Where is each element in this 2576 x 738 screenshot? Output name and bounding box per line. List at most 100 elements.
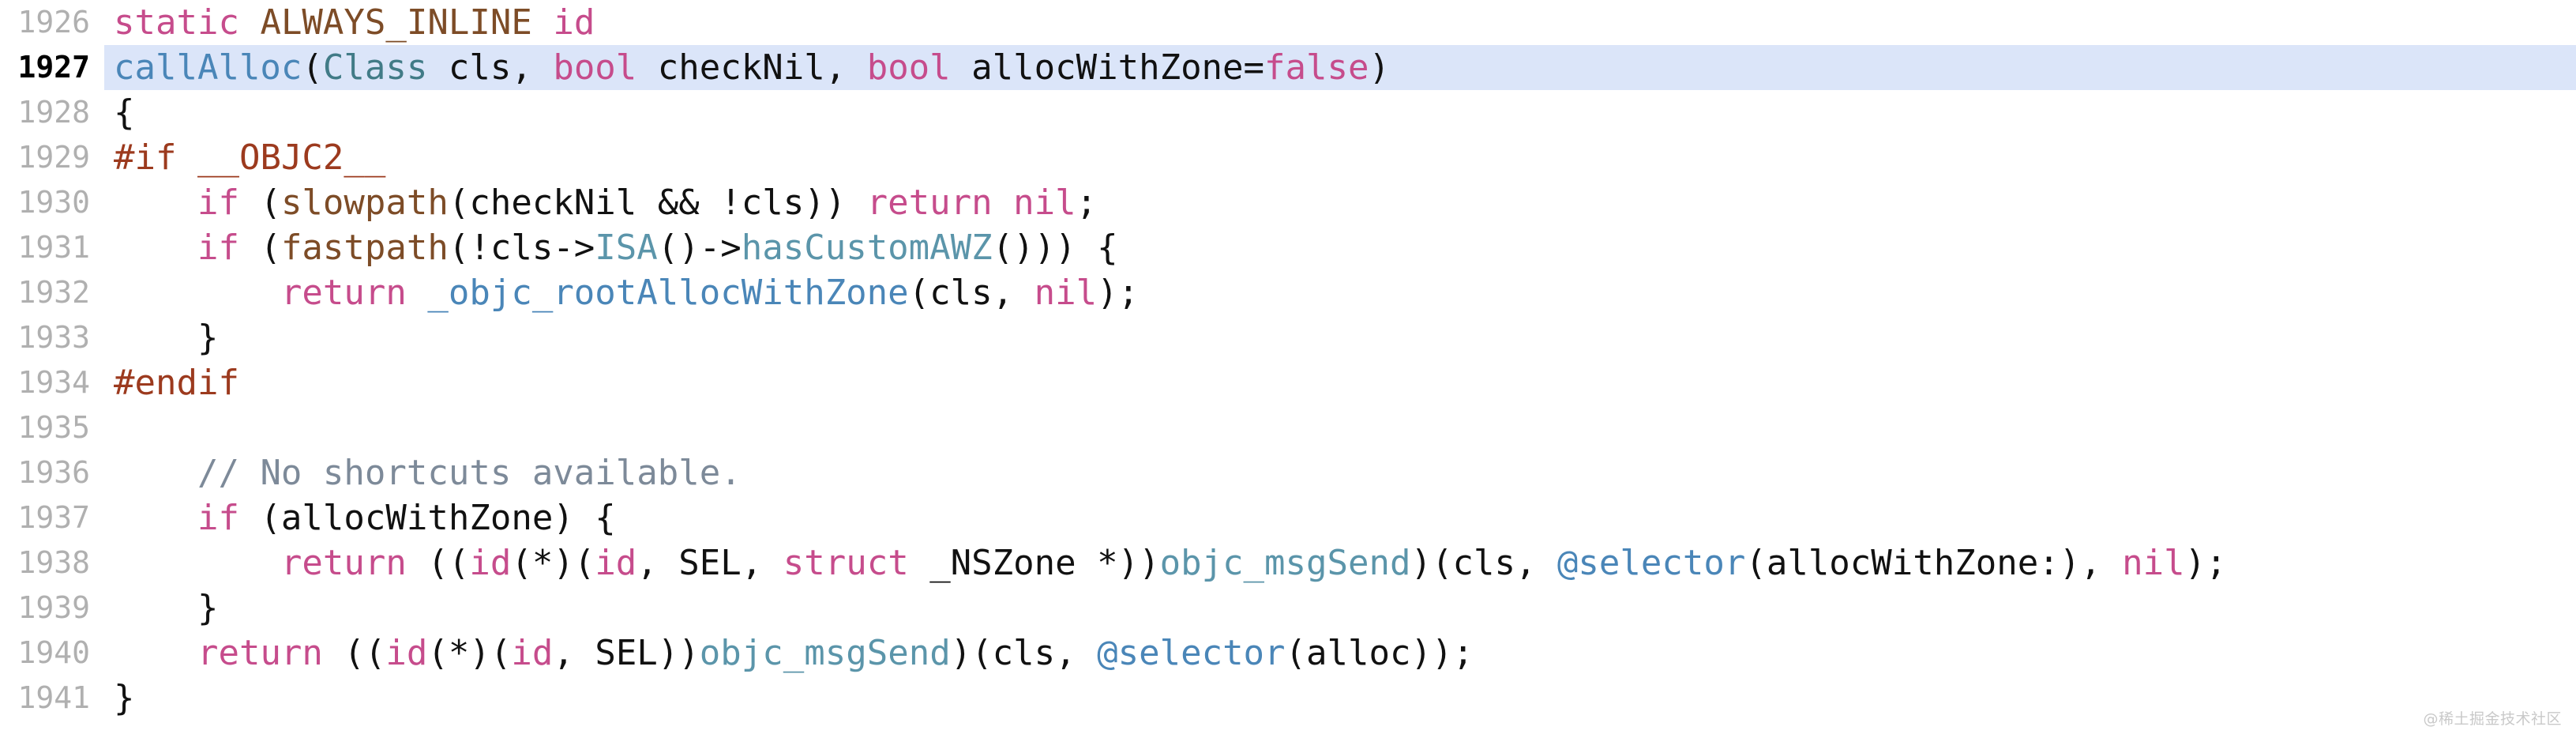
token-plain: }: [114, 678, 135, 718]
token-keyword: nil: [2122, 543, 2185, 583]
code-line[interactable]: 1929 #if __OBJC2__: [0, 135, 2576, 180]
token-keyword: bool: [866, 47, 951, 88]
line-number: 1933: [17, 320, 90, 355]
token-plain: (: [302, 47, 323, 88]
code-line-content: return ((id(*)(id, SEL, struct _NSZone *…: [104, 540, 2576, 586]
code-line-content: #if __OBJC2__: [104, 135, 2576, 180]
code-line[interactable]: 1927 callAlloc(Class cls, bool checkNil, …: [0, 45, 2576, 90]
code-line[interactable]: 1931 if (fastpath(!cls->ISA()->hasCustom…: [0, 225, 2576, 270]
token-plain: SEL: [595, 633, 658, 673]
code-line[interactable]: 1926 static ALWAYS_INLINE id: [0, 0, 2576, 45]
token-plain: (*)(: [511, 543, 595, 583]
token-plain: SEL: [678, 543, 742, 583]
token-preproc: #endif: [114, 363, 239, 403]
code-line-content: }: [104, 676, 2576, 721]
token-function: @selector: [1097, 633, 1286, 673]
token-keyword: if: [197, 183, 239, 223]
code-line-list: 1926 static ALWAYS_INLINE id 1927 callAlloc…: [0, 0, 2576, 721]
token-member: ISA: [595, 228, 658, 268]
token-keyword: if: [197, 498, 239, 538]
line-number: 1932: [17, 275, 90, 310]
code-line[interactable]: 1932 return _objc_rootAllocWithZone(cls,…: [0, 270, 2576, 315]
token-keyword: nil: [1034, 273, 1098, 313]
token-function: callAlloc: [114, 47, 302, 88]
code-line-content: #endif: [104, 360, 2576, 405]
token-keyword: static: [114, 2, 239, 43]
token-plain: (*)(: [427, 633, 512, 673]
token-plain: (cls,: [908, 273, 1035, 313]
token-plain: (!cls->: [448, 228, 595, 268]
token-keyword: id: [553, 2, 595, 43]
token-plain: ;: [1076, 183, 1098, 223]
code-line[interactable]: 1930 if (slowpath(checkNil && !cls)) ret…: [0, 180, 2576, 225]
token-plain: ((: [322, 633, 386, 673]
token-plain: );: [1097, 273, 1140, 313]
token-plain: ,: [741, 543, 783, 583]
token-keyword: return: [280, 273, 407, 313]
token-type: Class: [322, 47, 428, 88]
code-line[interactable]: 1940 return ((id(*)(id, SEL))objc_msgSen…: [0, 631, 2576, 676]
token-keyword: return: [280, 543, 407, 583]
token-plain: (checkNil && !cls)): [448, 183, 867, 223]
token-plain: _NSZone *)): [908, 543, 1160, 583]
code-line-content: return _objc_rootAllocWithZone(cls, nil)…: [104, 270, 2576, 315]
line-number: 1926: [17, 5, 90, 40]
code-line-content: // No shortcuts available.: [104, 450, 2576, 495]
token-plain: (: [238, 183, 281, 223]
code-viewer[interactable]: 1926 static ALWAYS_INLINE id 1927 callAlloc…: [0, 0, 2576, 738]
code-line[interactable]: 1936 // No shortcuts available.: [0, 450, 2576, 495]
line-number: 1935: [17, 410, 90, 445]
line-number: 1934: [17, 365, 90, 400]
line-number: 1928: [17, 95, 90, 130]
code-line[interactable]: 1933 }: [0, 315, 2576, 360]
token-preproc: __OBJC2__: [197, 137, 386, 178]
code-line-content: }: [104, 586, 2576, 631]
token-plain: ())) {: [992, 228, 1118, 268]
line-number: 1929: [17, 140, 90, 175]
token-plain: }: [114, 318, 219, 358]
token-plain: (: [238, 228, 281, 268]
code-line[interactable]: 1937 if (allocWithZone) {: [0, 495, 2576, 540]
token-plain: ()->: [657, 228, 742, 268]
code-line[interactable]: 1928 {: [0, 90, 2576, 135]
line-number: 1940: [17, 635, 90, 670]
code-line[interactable]: 1935: [0, 405, 2576, 450]
code-line[interactable]: 1941}: [0, 676, 2576, 721]
token-plain: cls,: [427, 47, 554, 88]
code-line-content: if (fastpath(!cls->ISA()->hasCustomAWZ()…: [104, 225, 2576, 270]
code-line[interactable]: 1939 }: [0, 586, 2576, 631]
token-plain: )(cls,: [950, 633, 1098, 673]
token-macro: ALWAYS_INLINE: [260, 2, 532, 43]
token-plain: {: [114, 92, 135, 133]
token-macro: slowpath: [280, 183, 449, 223]
code-line[interactable]: 1934 #endif: [0, 360, 2576, 405]
token-plain: )(cls,: [1410, 543, 1557, 583]
token-keyword: id: [595, 543, 637, 583]
token-keyword: struct: [783, 543, 909, 583]
token-keyword: bool: [553, 47, 637, 88]
token-member: objc_msgSend: [1159, 543, 1411, 583]
code-line-content: }: [104, 315, 2576, 360]
token-keyword: return: [866, 183, 993, 223]
line-number: 1927: [0, 45, 104, 90]
token-macro: fastpath: [280, 228, 449, 268]
token-comment: // No shortcuts available.: [197, 453, 742, 493]
token-plain: ): [1369, 47, 1390, 88]
code-line[interactable]: 1938 return ((id(*)(id, SEL, struct _NSZ…: [0, 540, 2576, 586]
token-plain: allocWithZone=: [950, 47, 1265, 88]
token-plain: (alloc));: [1285, 633, 1474, 673]
token-plain: ,: [553, 633, 595, 673]
code-line-content: callAlloc(Class cls, bool checkNil, bool…: [104, 45, 2576, 90]
token-keyword: false: [1264, 47, 1369, 88]
line-number: 1936: [17, 455, 90, 490]
token-plain: checkNil,: [636, 47, 867, 88]
token-plain: )): [657, 633, 700, 673]
